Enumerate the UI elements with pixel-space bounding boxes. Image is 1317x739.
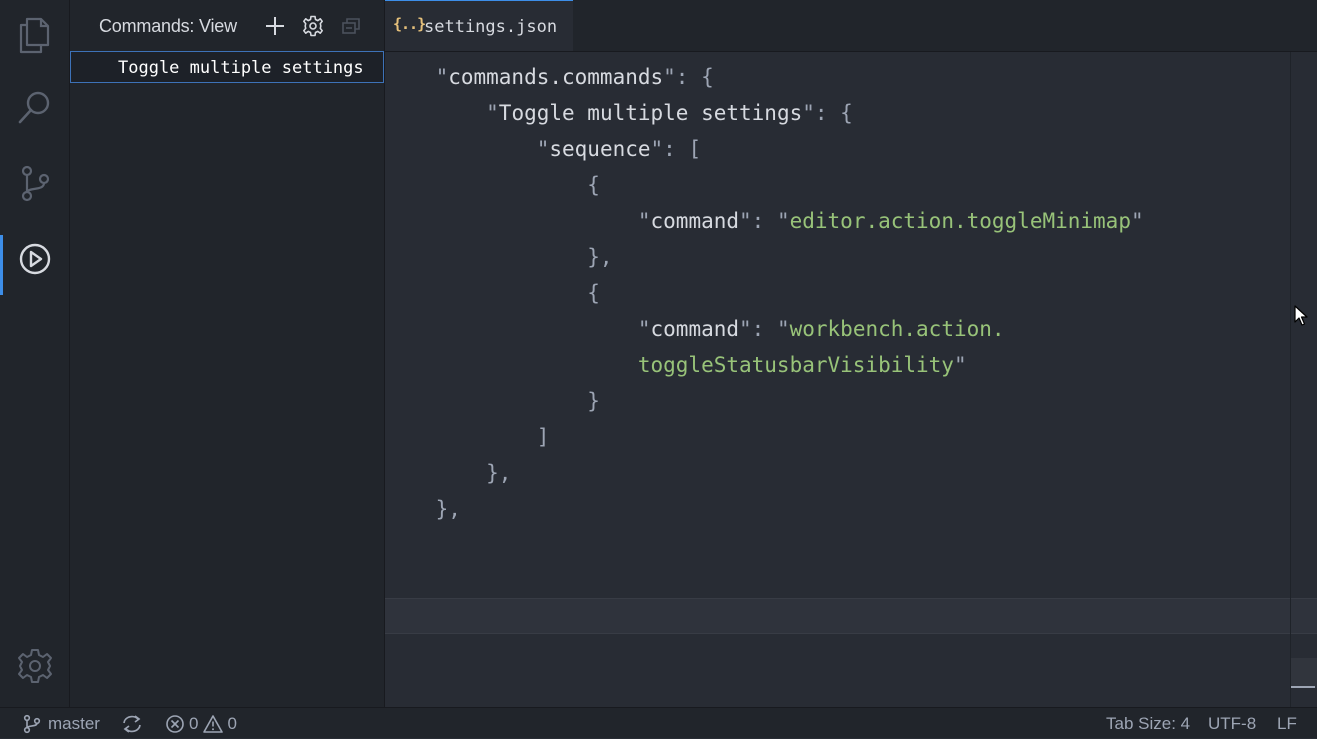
files-icon bbox=[19, 17, 49, 54]
add-command-button[interactable] bbox=[262, 13, 288, 39]
code-token: " bbox=[953, 353, 967, 377]
json-file-icon: {..} bbox=[393, 15, 426, 33]
code-editor[interactable]: "commands.commands": { "Toggle multiple … bbox=[385, 52, 1317, 707]
tab-settings-json[interactable]: {..} settings.json bbox=[385, 0, 573, 51]
view-settings-button[interactable] bbox=[300, 13, 326, 39]
scroll-slider[interactable] bbox=[1291, 658, 1317, 688]
sync-icon bbox=[123, 714, 141, 733]
warning-icon bbox=[203, 714, 224, 733]
git-branch-icon bbox=[23, 714, 41, 733]
code-token: " bbox=[385, 137, 550, 161]
search-button[interactable] bbox=[0, 78, 69, 138]
code-line: { bbox=[385, 167, 600, 203]
code-line: toggleStatusbarVisibility" bbox=[385, 347, 967, 383]
code-token: ] bbox=[385, 425, 550, 449]
branch-name: master bbox=[48, 713, 100, 733]
code-token: } bbox=[385, 389, 600, 413]
code-token: " bbox=[1130, 209, 1144, 233]
sidebar: Commands: View Toggle multiple settings bbox=[70, 0, 385, 707]
error-icon bbox=[166, 714, 184, 733]
tab-bar: {..} settings.json bbox=[385, 0, 1317, 52]
code-line: }, bbox=[385, 455, 511, 491]
activity-bar bbox=[0, 0, 70, 707]
code-token: ": [ bbox=[650, 137, 702, 161]
code-token: { bbox=[385, 173, 600, 197]
sync-button[interactable] bbox=[121, 708, 143, 739]
manage-button[interactable] bbox=[0, 636, 69, 696]
code-token: command bbox=[650, 317, 740, 341]
run-button[interactable] bbox=[0, 229, 69, 295]
collapse-all-icon bbox=[342, 18, 360, 34]
git-branch-status[interactable]: master bbox=[22, 708, 100, 739]
code-token: Toggle multiple settings bbox=[498, 101, 803, 125]
code-token: ": { bbox=[663, 65, 714, 89]
tree-item-label: Toggle multiple settings bbox=[118, 58, 364, 78]
code-line: { bbox=[385, 275, 600, 311]
tab-size-status[interactable]: Tab Size: 4 bbox=[1106, 708, 1190, 739]
code-token: toggleStatusbarVisibility bbox=[385, 353, 954, 377]
code-token: ": { bbox=[802, 101, 853, 125]
current-line-highlight bbox=[385, 598, 1317, 634]
search-icon bbox=[18, 91, 49, 124]
problems-status[interactable]: 0 0 bbox=[165, 708, 237, 739]
code-token: commands.commands bbox=[448, 65, 664, 89]
source-control-icon bbox=[21, 165, 49, 202]
code-token: " bbox=[385, 65, 449, 89]
code-token: ": " bbox=[739, 317, 790, 341]
code-token: editor.action.toggleMinimap bbox=[789, 209, 1131, 233]
code-token: " bbox=[385, 317, 651, 341]
cursor-position-marker bbox=[1291, 686, 1315, 688]
code-token: ": " bbox=[739, 209, 790, 233]
tree-item-toggle-multiple-settings[interactable]: Toggle multiple settings bbox=[70, 51, 384, 83]
sidebar-header: Commands: View bbox=[70, 0, 384, 52]
sidebar-title: Commands: View bbox=[99, 16, 237, 36]
run-icon bbox=[19, 243, 50, 275]
mouse-pointer-icon bbox=[1294, 305, 1308, 326]
code-token: sequence bbox=[549, 137, 651, 161]
gear-icon bbox=[303, 15, 323, 37]
add-icon bbox=[266, 17, 284, 35]
code-token: }, bbox=[385, 245, 613, 269]
code-token: workbench.action. bbox=[789, 317, 1005, 341]
code-line: } bbox=[385, 383, 600, 419]
vertical-scrollbar-track[interactable] bbox=[1290, 52, 1291, 707]
code-token: }, bbox=[385, 461, 512, 485]
code-token: command bbox=[650, 209, 740, 233]
collapse-all-button[interactable] bbox=[338, 13, 364, 39]
tab-label: settings.json bbox=[424, 17, 558, 37]
code-token: " bbox=[385, 209, 651, 233]
encoding-status[interactable]: UTF-8 bbox=[1208, 708, 1256, 739]
status-bar: master 0 0 Tab Size: 4 UTF-8 LF bbox=[0, 707, 1317, 738]
code-line: }, bbox=[385, 239, 613, 275]
code-token: { bbox=[385, 281, 600, 305]
code-token: }, bbox=[385, 497, 461, 521]
code-line: ] bbox=[385, 419, 550, 455]
code-line: "command": "workbench.action. bbox=[385, 311, 1005, 347]
error-count: 0 bbox=[189, 713, 199, 733]
code-line: "sequence": [ bbox=[385, 131, 701, 167]
warning-count: 0 bbox=[227, 713, 237, 733]
source-control-button[interactable] bbox=[0, 153, 69, 213]
settings-gear-icon bbox=[17, 649, 52, 683]
end-of-line-status[interactable]: LF bbox=[1277, 708, 1297, 739]
code-line: "command": "editor.action.toggleMinimap" bbox=[385, 203, 1144, 239]
code-line: "Toggle multiple settings": { bbox=[385, 95, 853, 131]
code-line: "commands.commands": { bbox=[385, 59, 714, 95]
code-token: " bbox=[385, 101, 499, 125]
code-line: }, bbox=[385, 491, 461, 527]
explorer-button[interactable] bbox=[0, 5, 69, 65]
